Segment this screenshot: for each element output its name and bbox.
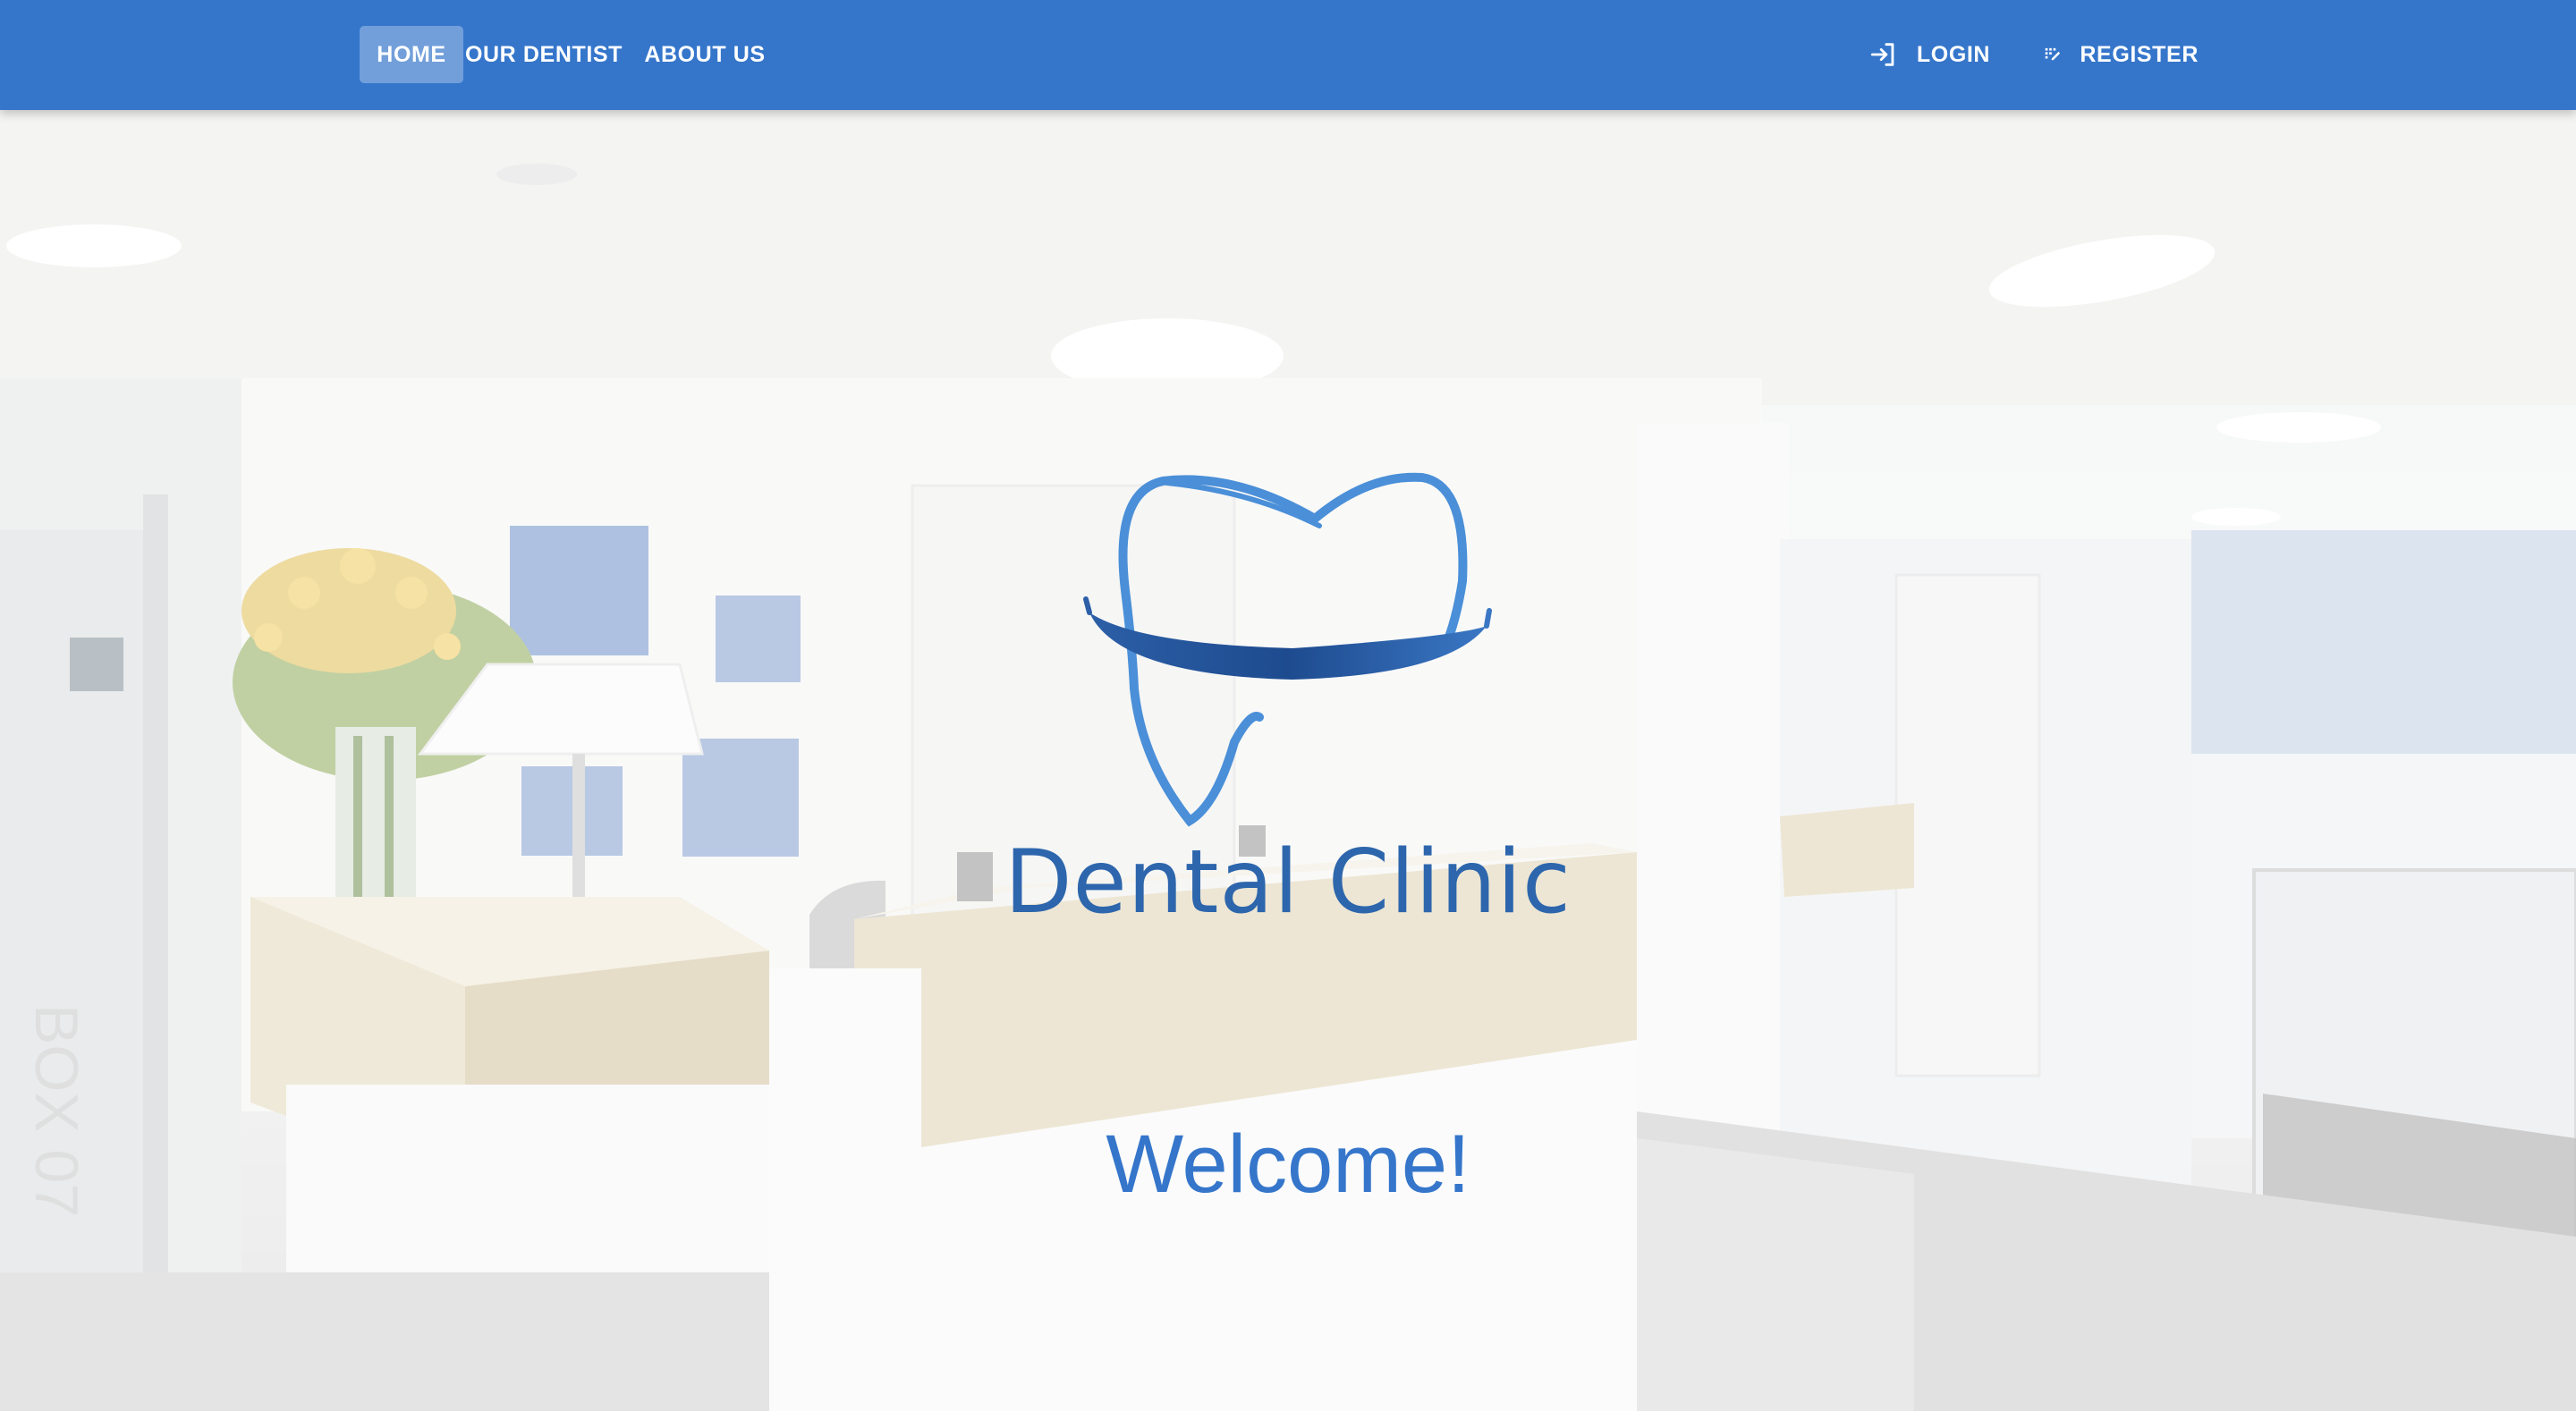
- nav-about-us-button[interactable]: ABOUT US: [635, 26, 775, 83]
- nav-our-dentist-label: OUR DENTIST: [464, 41, 623, 67]
- login-button[interactable]: LOGIN: [1853, 26, 2005, 83]
- brand-title: Dental Clinic: [1004, 832, 1572, 934]
- welcome-heading: Welcome!: [1106, 1119, 1470, 1210]
- nav-home-label: HOME: [377, 41, 446, 67]
- register-button[interactable]: REGISTER: [2029, 26, 2213, 83]
- register-label: REGISTER: [2080, 41, 2199, 67]
- nav-home-button[interactable]: HOME: [360, 26, 463, 83]
- top-app-bar: HOME OUR DENTIST ABOUT US LOGIN REGISTER: [0, 0, 2576, 110]
- login-icon: [1870, 43, 1894, 66]
- nav-about-us-label: ABOUT US: [644, 41, 766, 67]
- tooth-logo-icon: [1083, 472, 1492, 827]
- register-icon: [2045, 47, 2061, 61]
- login-label: LOGIN: [1916, 41, 1991, 67]
- nav-our-dentist-button[interactable]: OUR DENTIST: [463, 26, 624, 83]
